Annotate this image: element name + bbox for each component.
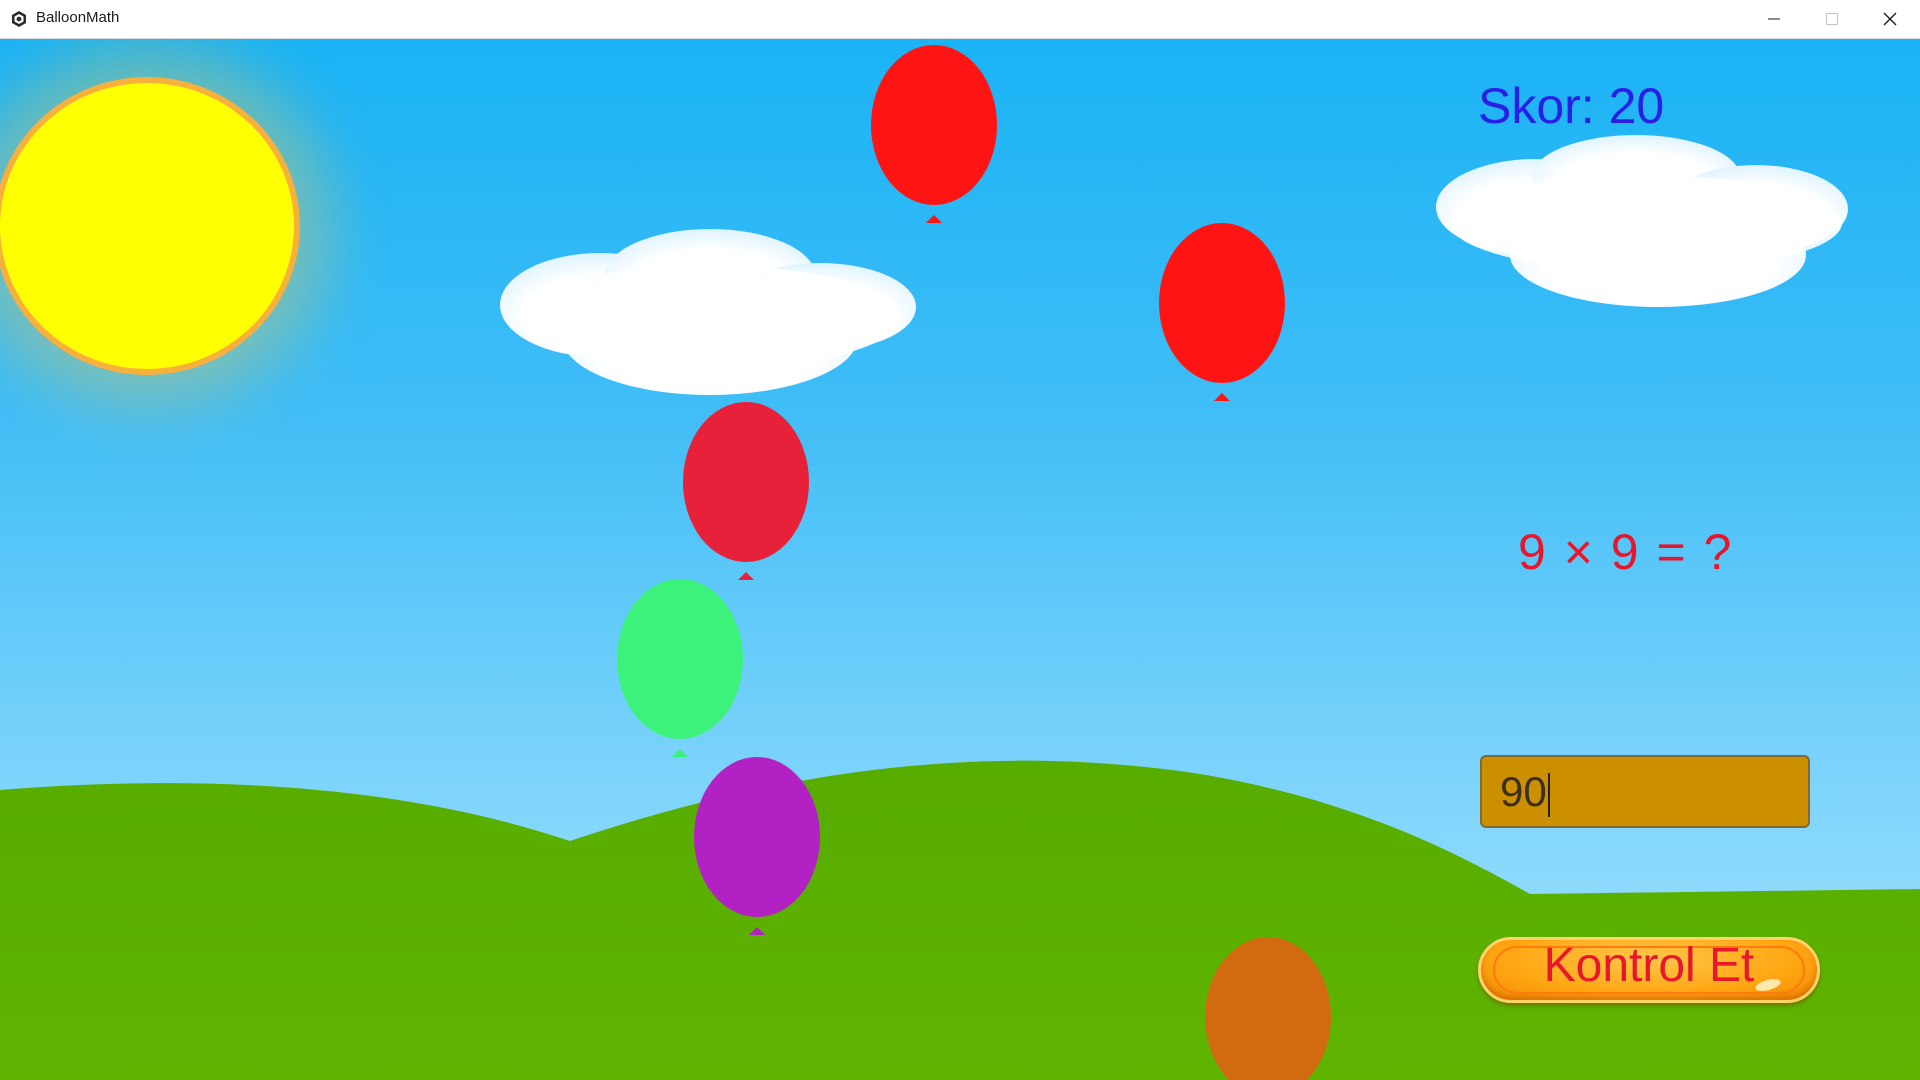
close-button[interactable] [1861, 0, 1919, 38]
app-icon [12, 11, 26, 27]
sun [0, 77, 300, 375]
balloon-red[interactable] [1158, 223, 1288, 403]
balloon-body [871, 45, 997, 205]
score-label: Skor: 20 [1478, 78, 1665, 134]
maximize-icon [1826, 13, 1838, 25]
check-button-label: Kontrol Et [1543, 939, 1755, 992]
title-bar: BalloonMath [0, 0, 1920, 39]
cloud [500, 229, 916, 395]
balloon-red[interactable] [682, 402, 812, 582]
close-icon [1883, 12, 1897, 26]
balloon-orange[interactable] [1204, 937, 1334, 1080]
app-window: BalloonMath Skor: 20 9 × 9 = ? 90 Kontro… [0, 0, 1920, 1080]
answer-value: 90 [1500, 768, 1547, 815]
minimize-icon [1768, 18, 1780, 20]
text-caret [1547, 772, 1550, 817]
balloon-purple[interactable] [693, 757, 823, 937]
maximize-button[interactable] [1803, 0, 1861, 38]
window-title: BalloonMath [36, 9, 120, 26]
answer-input[interactable]: 90 [1480, 755, 1810, 828]
check-button[interactable]: Kontrol Et [1478, 937, 1820, 1003]
question-label: 9 × 9 = ? [1518, 524, 1734, 580]
balloon-green[interactable] [616, 579, 746, 759]
minimize-button[interactable] [1745, 0, 1803, 38]
balloon-red[interactable] [870, 45, 1000, 225]
game-scene: Skor: 20 9 × 9 = ? 90 Kontrol Et [0, 39, 1920, 1080]
cloud [1436, 135, 1848, 307]
